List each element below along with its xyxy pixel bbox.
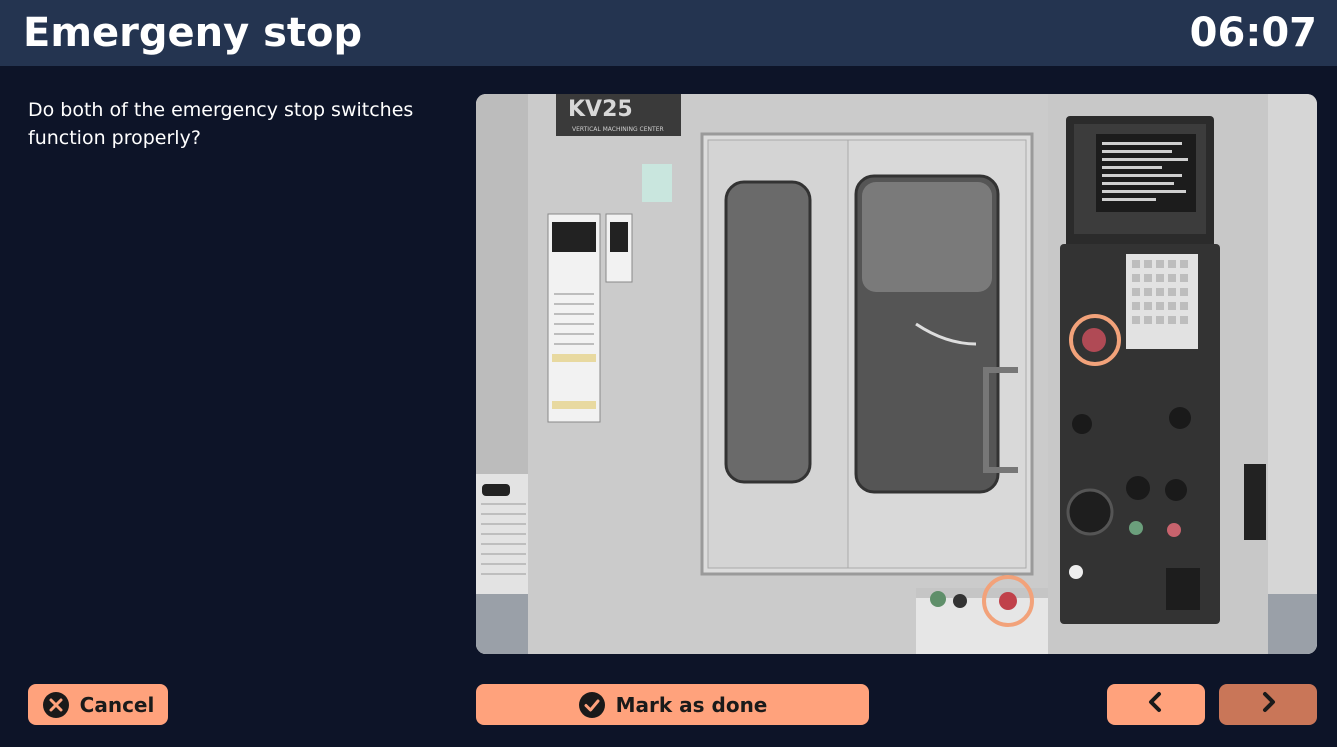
machine-photo: KV25 VERTICAL MACHINING CENTER (476, 94, 1317, 654)
check-circle-icon (578, 691, 606, 719)
cancel-label: Cancel (79, 692, 155, 717)
machine-sublabel: VERTICAL MACHINING CENTER (572, 126, 664, 133)
mark-as-done-label: Mark as done (615, 692, 768, 717)
previous-button[interactable] (1107, 684, 1205, 725)
mark-as-done-button[interactable]: Mark as done (476, 684, 869, 725)
x-circle-icon (42, 691, 70, 719)
next-button[interactable] (1219, 684, 1317, 725)
machine-label: KV25 (568, 97, 633, 122)
header-bar: Emergeny stop 06:07 (0, 0, 1337, 66)
cancel-button[interactable]: Cancel (28, 684, 168, 725)
chevron-left-icon (1146, 691, 1166, 718)
chevron-right-icon (1258, 691, 1278, 718)
timer: 06:07 (1189, 10, 1317, 56)
page-title: Emergeny stop (23, 10, 363, 56)
question-text: Do both of the emergency stop switches f… (28, 99, 414, 149)
